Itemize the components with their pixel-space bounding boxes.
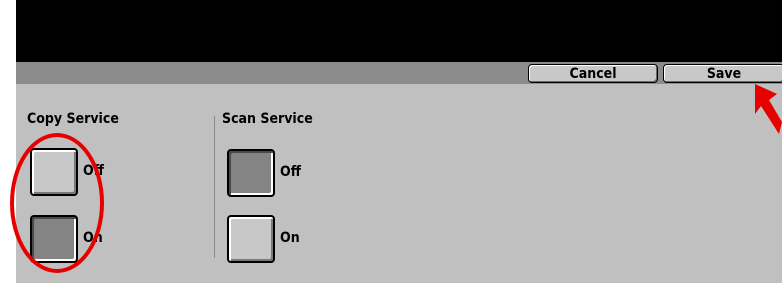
scan-on-button[interactable] xyxy=(227,215,275,263)
highlight-ellipse xyxy=(10,133,104,273)
settings-panel xyxy=(16,84,782,283)
section-divider xyxy=(214,116,215,258)
pointer-arrow-icon xyxy=(755,84,782,134)
scan-off-label: Off xyxy=(280,164,301,180)
cancel-button[interactable]: Cancel xyxy=(528,64,658,83)
scan-on-label: On xyxy=(280,230,300,246)
scan-service-title: Scan Service xyxy=(222,111,313,127)
scan-off-button[interactable] xyxy=(227,149,275,197)
title-bar xyxy=(16,0,782,62)
copy-service-title: Copy Service xyxy=(27,111,119,127)
